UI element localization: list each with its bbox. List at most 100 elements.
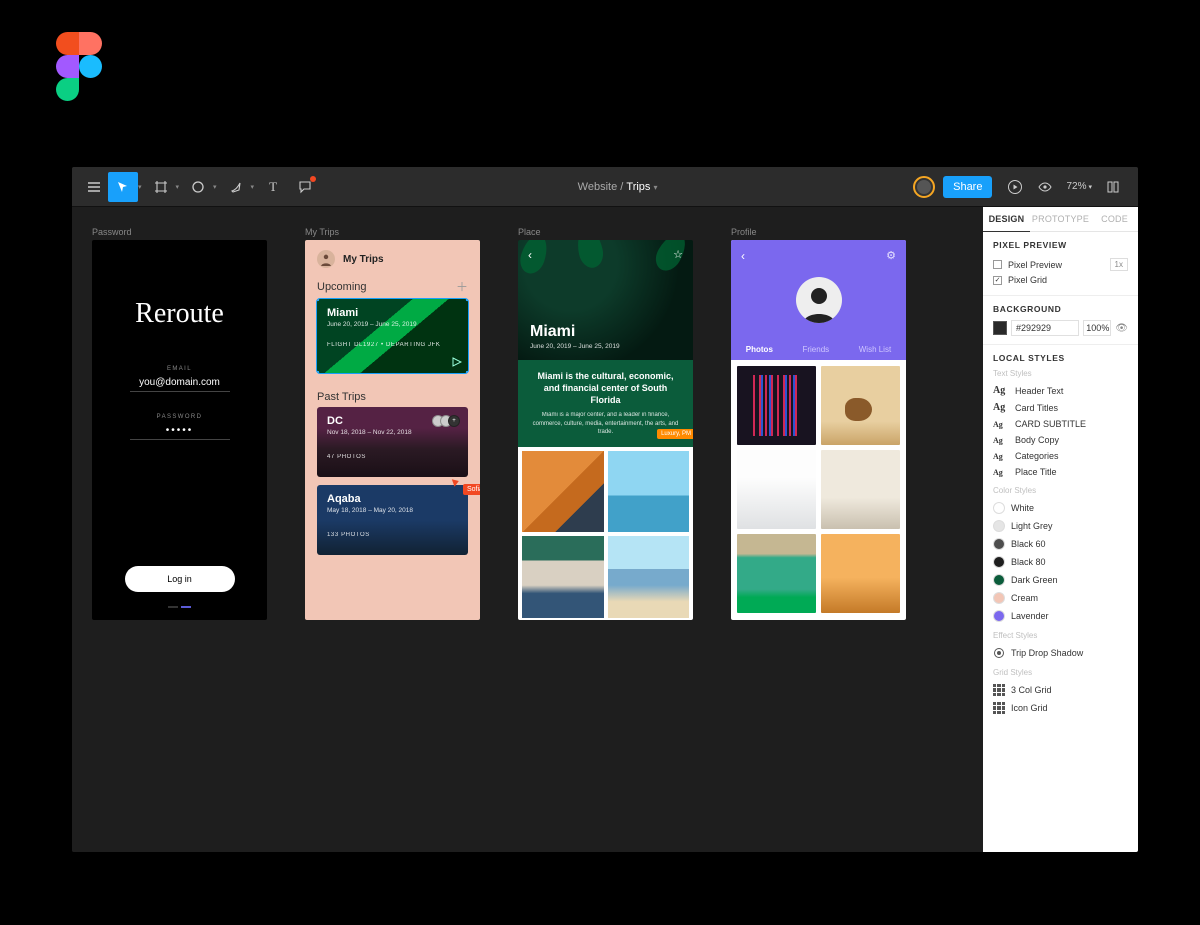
artboard-place[interactable]: ‹ ☆ Miami June 20, 2019 – June 25, 2019 …: [518, 240, 693, 620]
main-menu-button[interactable]: [82, 172, 106, 202]
breadcrumb-project[interactable]: Website: [578, 181, 618, 193]
trip-card-miami[interactable]: Miami June 20, 2019 – June 25, 2019 FLIG…: [317, 299, 468, 373]
section-local-styles: LOCAL STYLES Text Styles AgHeader TextAg…: [983, 345, 1138, 725]
trip-card-dc[interactable]: + DC Nov 18, 2018 – Nov 22, 2018 47 PHOT…: [317, 407, 468, 477]
tab-prototype[interactable]: PROTOTYPE: [1030, 207, 1091, 231]
tool-caret-icon[interactable]: ▾: [251, 183, 255, 191]
section-pixel-preview: PIXEL PREVIEW Pixel Preview 1x Pixel Gri…: [983, 232, 1138, 296]
canvas[interactable]: Password Reroute EMAIL you@domain.com PA…: [72, 207, 983, 852]
style-row-grid[interactable]: Icon Grid: [993, 699, 1128, 717]
style-row-grid[interactable]: 3 Col Grid: [993, 681, 1128, 699]
pager-dots: [168, 606, 191, 608]
email-label: EMAIL: [167, 366, 192, 372]
frame-tool-button[interactable]: [146, 172, 176, 202]
style-row-color[interactable]: White: [993, 499, 1128, 517]
panel-tabs: DESIGN PROTOTYPE CODE: [983, 207, 1138, 232]
color-swatch-icon: [993, 502, 1005, 514]
background-opacity-input[interactable]: 100%: [1083, 320, 1111, 336]
style-row-text[interactable]: AgCARD SUBTITLE: [993, 416, 1128, 432]
favorite-button[interactable]: ☆: [673, 248, 683, 261]
artboard-profile[interactable]: ‹ ⚙ Photos Friends Wish List: [731, 240, 906, 620]
text-style-icon: Ag: [993, 452, 1009, 461]
library-button[interactable]: [1102, 179, 1124, 195]
tool-caret-icon[interactable]: ▾: [213, 183, 217, 191]
grid-icon: [993, 702, 1005, 714]
breadcrumb-page[interactable]: Trips: [626, 181, 650, 193]
style-row-text[interactable]: AgBody Copy: [993, 432, 1128, 448]
style-row-effect[interactable]: Trip Drop Shadow: [993, 644, 1128, 662]
artboard-wrap-profile: Profile ‹ ⚙ Photos Friends Wish List: [731, 227, 906, 620]
scale-select[interactable]: 1x: [1110, 258, 1128, 271]
artboard-password[interactable]: Reroute EMAIL you@domain.com PASSWORD ••…: [92, 240, 267, 620]
photo-tile[interactable]: [737, 366, 816, 445]
visibility-toggle[interactable]: 👁: [1115, 323, 1128, 334]
section-past: Past Trips: [317, 391, 366, 403]
settings-button[interactable]: ⚙: [886, 249, 896, 262]
password-field[interactable]: •••••: [130, 425, 230, 440]
style-row-text[interactable]: AgHeader Text: [993, 382, 1128, 399]
style-row-color[interactable]: Cream: [993, 589, 1128, 607]
artboard-label[interactable]: Profile: [731, 227, 906, 237]
play-icon: [452, 357, 462, 367]
photo-tile[interactable]: [821, 450, 900, 529]
style-row-color[interactable]: Black 80: [993, 553, 1128, 571]
move-tool-button[interactable]: [108, 172, 138, 202]
photo-tile[interactable]: [737, 450, 816, 529]
checkbox-icon: [993, 260, 1002, 269]
style-row-text[interactable]: AgCard Titles: [993, 399, 1128, 416]
tool-caret-icon[interactable]: ▾: [138, 183, 142, 191]
artboard-wrap-place: Place ‹ ☆ Miami June 20, 2019 – June 25,…: [518, 227, 693, 620]
tool-caret-icon[interactable]: ▾: [176, 183, 180, 191]
artboard-wrap-password: Password Reroute EMAIL you@domain.com PA…: [92, 227, 267, 620]
photo-tile[interactable]: [608, 451, 690, 533]
add-trip-button[interactable]: ＋: [456, 278, 468, 295]
pixel-grid-toggle[interactable]: Pixel Grid: [993, 273, 1128, 287]
style-row-text[interactable]: AgPlace Title: [993, 464, 1128, 480]
photo-grid: [731, 360, 906, 619]
pen-tool-button[interactable]: [221, 172, 251, 202]
tab-wishlist[interactable]: Wish List: [859, 345, 891, 354]
style-row-color[interactable]: Lavender: [993, 607, 1128, 625]
color-swatch-icon: [993, 574, 1005, 586]
photo-tile[interactable]: [522, 451, 604, 533]
style-row-color[interactable]: Dark Green: [993, 571, 1128, 589]
comment-tool-button[interactable]: [290, 172, 320, 202]
chevron-down-icon: ▾: [1088, 183, 1092, 191]
shape-tool-button[interactable]: [183, 172, 213, 202]
photo-tile[interactable]: [608, 536, 690, 618]
trip-card-aqaba[interactable]: Aqaba May 18, 2018 – May 20, 2018 133 PH…: [317, 485, 468, 555]
artboard-label[interactable]: Password: [92, 227, 267, 237]
page-title: My Trips: [343, 254, 384, 265]
background-hex-input[interactable]: #292929: [1011, 320, 1079, 336]
color-swatch-icon: [993, 610, 1005, 622]
email-field[interactable]: you@domain.com: [130, 377, 230, 392]
text-tool-button[interactable]: T: [258, 172, 288, 202]
photo-tile[interactable]: [522, 536, 604, 618]
style-row-text[interactable]: AgCategories: [993, 448, 1128, 464]
zoom-level[interactable]: 72%▾: [1066, 181, 1092, 192]
artboard-mytrips[interactable]: My Trips Upcoming＋ Miami June 20, 2019 –…: [305, 240, 480, 620]
login-button[interactable]: Log in: [125, 566, 235, 592]
artboard-label[interactable]: My Trips: [305, 227, 480, 237]
collaborator-avatar[interactable]: [913, 176, 935, 198]
breadcrumb[interactable]: Website / Trips ▾: [322, 181, 913, 193]
tab-friends[interactable]: Friends: [802, 345, 829, 354]
tab-photos[interactable]: Photos: [746, 345, 773, 354]
style-row-color[interactable]: Black 60: [993, 535, 1128, 553]
photo-tile[interactable]: [821, 534, 900, 613]
notification-dot-icon: [310, 176, 316, 182]
style-row-color[interactable]: Light Grey: [993, 517, 1128, 535]
view-settings-button[interactable]: [1034, 179, 1056, 195]
chevron-down-icon[interactable]: ▾: [654, 183, 658, 192]
photo-tile[interactable]: [737, 534, 816, 613]
back-button[interactable]: ‹: [528, 248, 532, 262]
back-button[interactable]: ‹: [741, 249, 745, 263]
photo-tile[interactable]: [821, 366, 900, 445]
pixel-preview-toggle[interactable]: Pixel Preview 1x: [993, 256, 1128, 273]
share-button[interactable]: Share: [943, 176, 992, 198]
present-button[interactable]: [1004, 179, 1026, 195]
tab-design[interactable]: DESIGN: [983, 207, 1030, 232]
background-swatch[interactable]: [993, 321, 1007, 335]
tab-code[interactable]: CODE: [1091, 207, 1138, 231]
artboard-label[interactable]: Place: [518, 227, 693, 237]
